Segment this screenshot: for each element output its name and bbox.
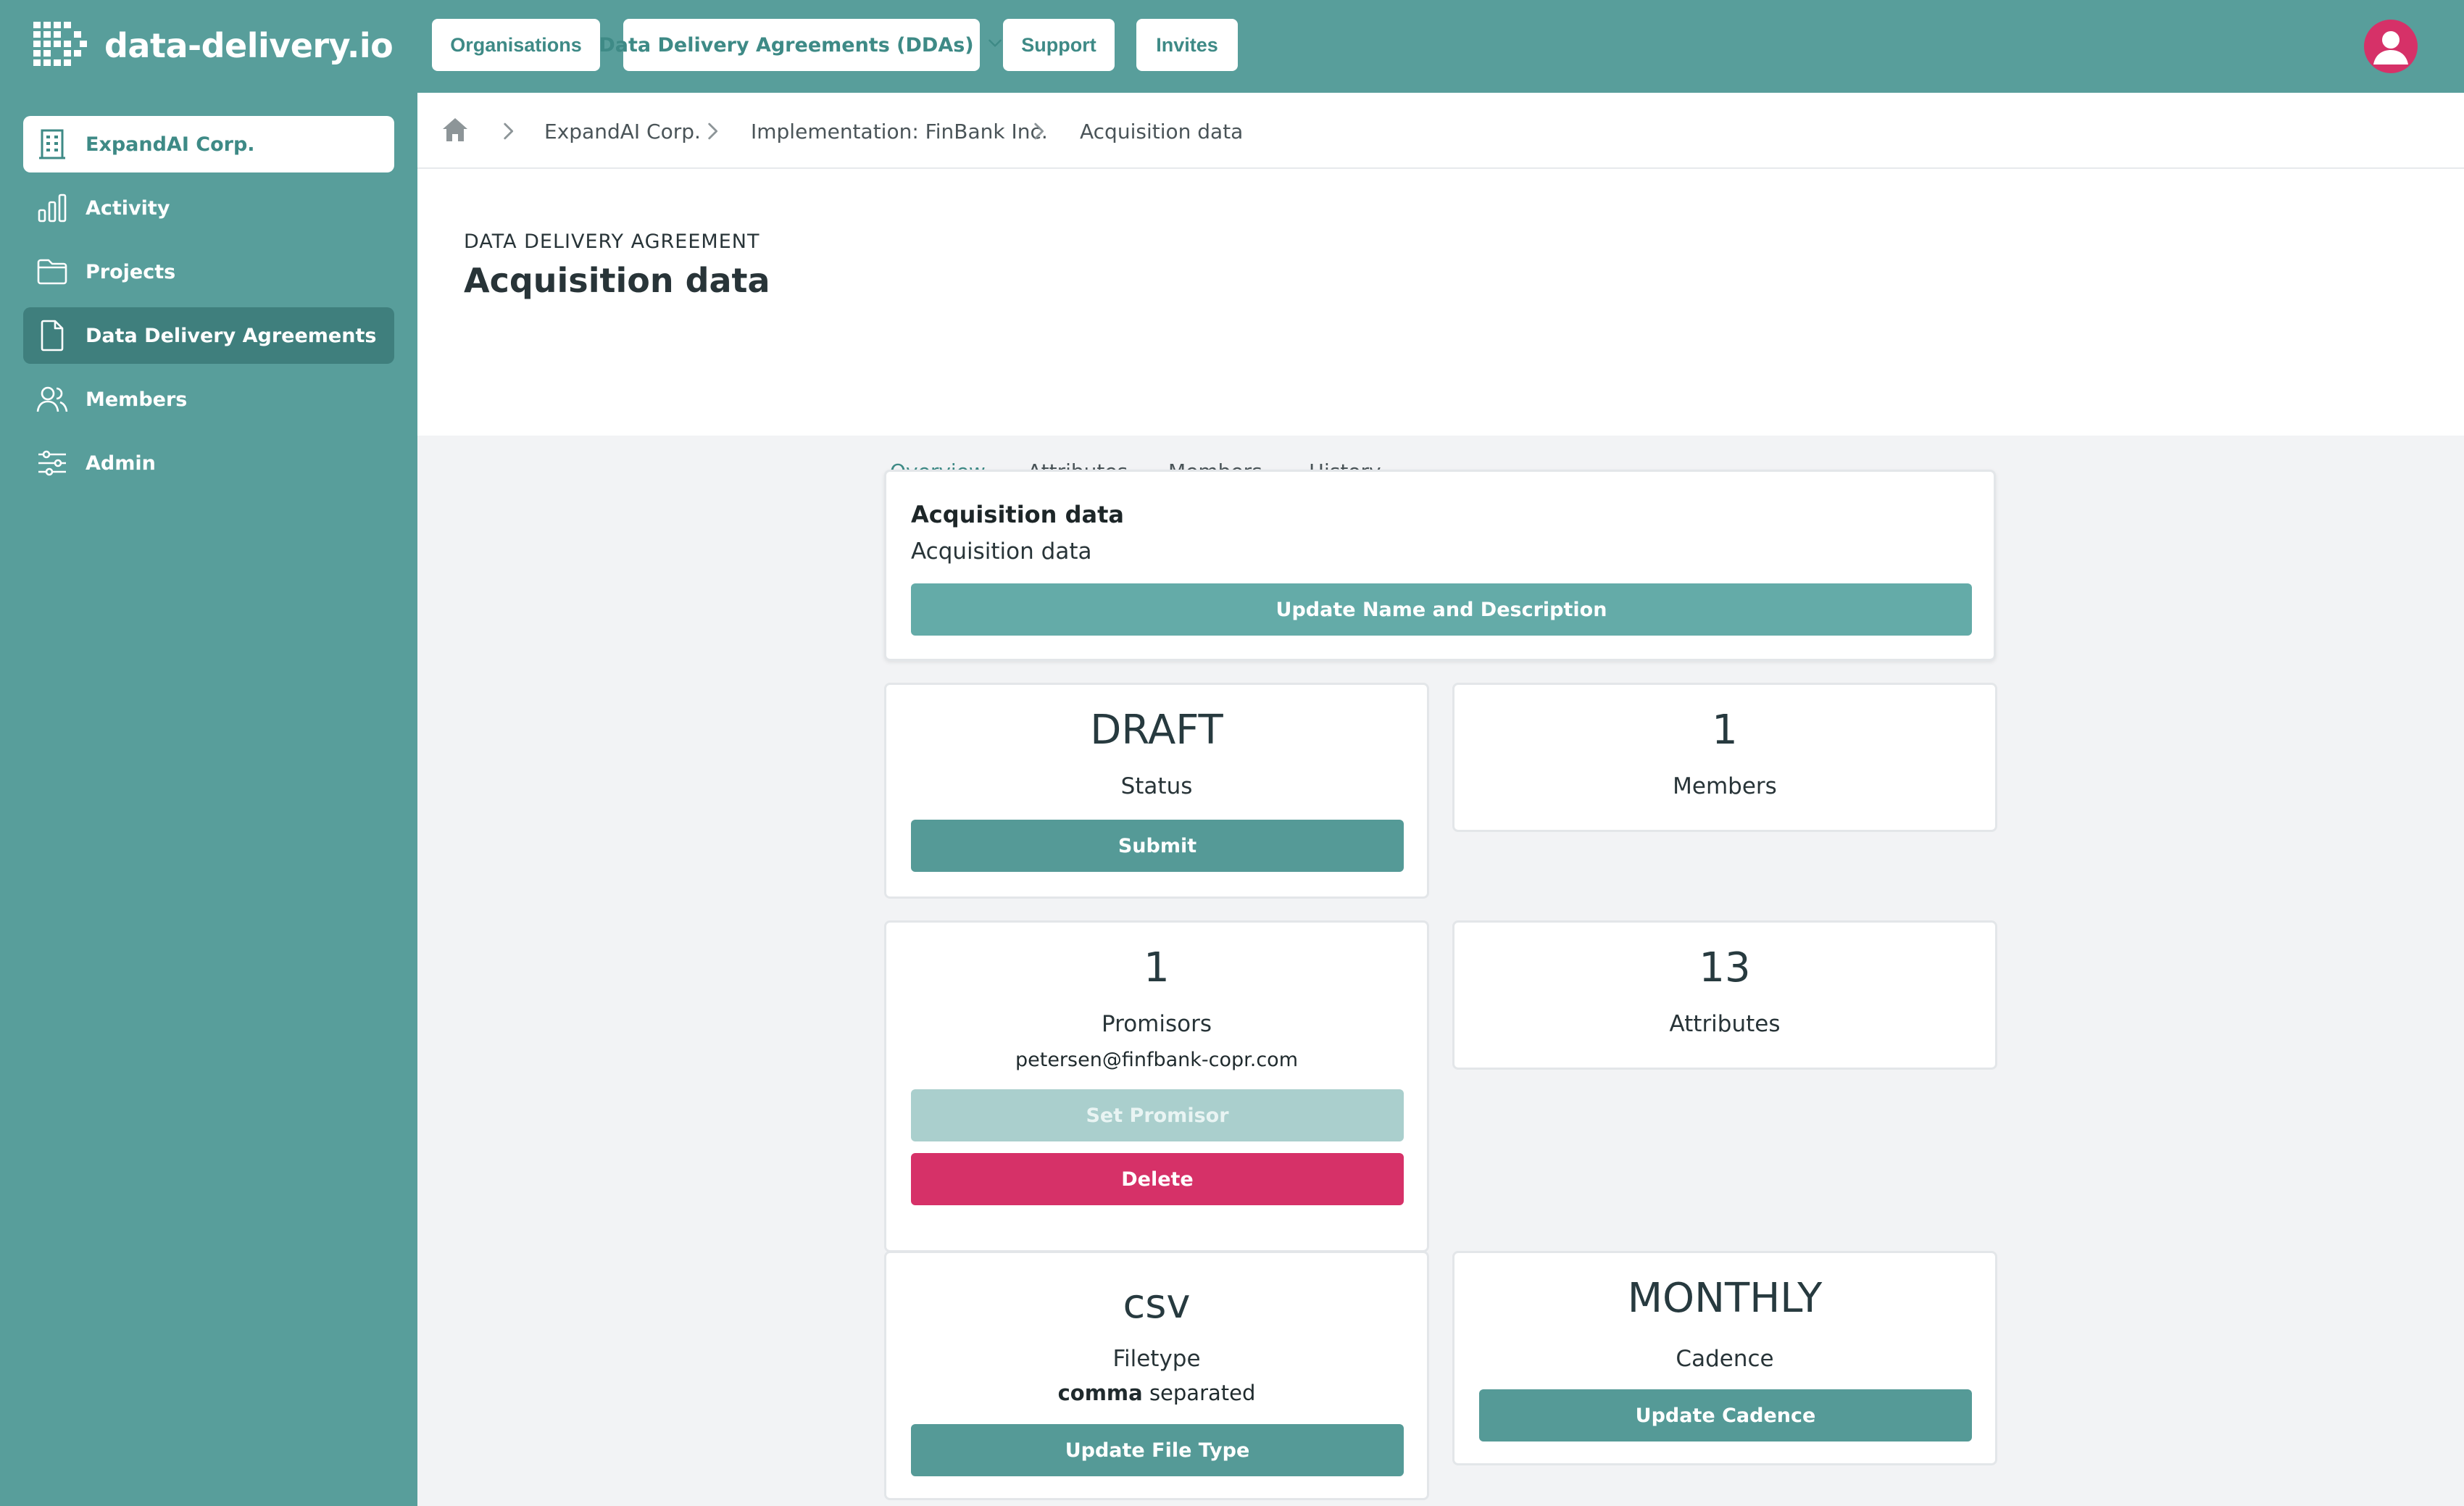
filetype-card: csv Filetype comma separated Update File… — [884, 1251, 1429, 1500]
sidebar-org-name: ExpandAI Corp. — [86, 133, 255, 156]
summary-name: Acquisition data — [911, 501, 1124, 528]
chevron-right-icon — [496, 119, 520, 143]
status-card: DRAFT Status Submit — [884, 683, 1429, 899]
cadence-card: MONTHLY Cadence Update Cadence — [1452, 1251, 1997, 1465]
breadcrumb-item-project[interactable]: Implementation: FinBank Inc. — [751, 113, 1048, 149]
update-name-description-button[interactable]: Update Name and Description — [911, 583, 1972, 636]
members-label: Members — [1673, 773, 1777, 799]
set-promisor-button[interactable]: Set Promisor — [911, 1089, 1404, 1141]
summary-description: Acquisition data — [911, 538, 1092, 565]
sidebar-item-members[interactable]: Members — [23, 371, 394, 428]
sidebar-item-projects[interactable]: Projects — [23, 244, 394, 300]
chevron-right-icon — [700, 119, 725, 143]
user-avatar[interactable] — [2364, 20, 2418, 73]
sidebar-item-activity[interactable]: Activity — [23, 180, 394, 236]
main-content: ExpandAI Corp. Implementation: FinBank I… — [417, 93, 2464, 1506]
summary-card: Acquisition data Acquisition data Update… — [884, 470, 1996, 661]
top-bar: data-delivery.io Organisations Data Deli… — [0, 0, 2464, 93]
folder-icon — [35, 254, 70, 289]
breadcrumb-item-current: Acquisition data — [1080, 119, 1244, 143]
cadence-value: MONTHLY — [1627, 1275, 1823, 1322]
page-title: Acquisition data — [464, 261, 770, 300]
bar-chart-icon — [35, 191, 70, 225]
cadence-label: Cadence — [1676, 1346, 1774, 1372]
nav-support-button[interactable]: Support — [1003, 19, 1115, 71]
page-overline: DATA DELIVERY AGREEMENT — [464, 230, 760, 253]
sidebar-item-label: Admin — [86, 452, 156, 475]
update-file-type-button[interactable]: Update File Type — [911, 1424, 1404, 1476]
logo-icon — [32, 20, 88, 71]
members-card: 1 Members — [1452, 683, 1997, 832]
status-value: DRAFT — [1090, 707, 1223, 754]
user-icon — [2364, 31, 2418, 73]
app-logo[interactable]: data-delivery.io — [32, 20, 394, 71]
filetype-value: csv — [1123, 1281, 1191, 1328]
home-icon[interactable] — [441, 116, 470, 146]
breadcrumb: ExpandAI Corp. Implementation: FinBank I… — [417, 93, 2464, 169]
nav-ddas-dropdown[interactable]: Data Delivery Agreements (DDAs) — [599, 19, 1002, 71]
promisors-card: 1 Promisors petersen@finfbank-copr.com S… — [884, 920, 1429, 1252]
breadcrumb-item-org[interactable]: ExpandAI Corp. — [544, 113, 701, 149]
delete-button[interactable]: Delete — [911, 1153, 1404, 1205]
sidebar-item-data-delivery-agreements[interactable]: Data Delivery Agreements — [23, 307, 394, 364]
users-icon — [35, 382, 70, 417]
attributes-label: Attributes — [1669, 1011, 1781, 1037]
chevron-down-icon — [986, 33, 1004, 57]
promisors-count: 1 — [1144, 944, 1170, 991]
submit-button[interactable]: Submit — [911, 820, 1404, 872]
promisors-label: Promisors — [1101, 1011, 1212, 1037]
update-cadence-button[interactable]: Update Cadence — [1479, 1389, 1972, 1441]
nav-ddas-label: Data Delivery Agreements (DDAs) — [599, 33, 974, 57]
building-icon — [35, 127, 70, 162]
attributes-card: 13 Attributes — [1452, 920, 1997, 1070]
sidebar-item-label: Activity — [86, 196, 170, 220]
attributes-count: 13 — [1699, 944, 1751, 991]
logo-text: data-delivery.io — [104, 26, 394, 65]
sidebar-org-selector[interactable]: ExpandAI Corp. — [23, 116, 394, 172]
page-header — [417, 169, 2464, 436]
members-count: 1 — [1712, 707, 1738, 754]
sidebar-item-label: Data Delivery Agreements — [86, 324, 377, 347]
separator-suffix: separated — [1149, 1381, 1256, 1405]
sidebar-item-label: Projects — [86, 260, 176, 283]
status-label: Status — [1120, 773, 1193, 799]
sidebar: ExpandAI Corp. Activity Projects Data De… — [0, 93, 417, 1506]
nav-invites-button[interactable]: Invites — [1136, 19, 1238, 71]
promisor-email: petersen@finfbank-copr.com — [1015, 1049, 1298, 1071]
separator-name: comma — [1057, 1381, 1143, 1405]
filetype-label: Filetype — [1112, 1346, 1201, 1372]
separator-description: comma separated — [886, 1381, 1427, 1405]
sliders-icon — [35, 446, 70, 480]
nav-organisations-button[interactable]: Organisations — [432, 19, 600, 71]
sidebar-item-admin[interactable]: Admin — [23, 435, 394, 491]
document-icon — [35, 318, 70, 353]
sidebar-item-label: Members — [86, 388, 188, 411]
chevron-right-icon — [1026, 119, 1051, 143]
